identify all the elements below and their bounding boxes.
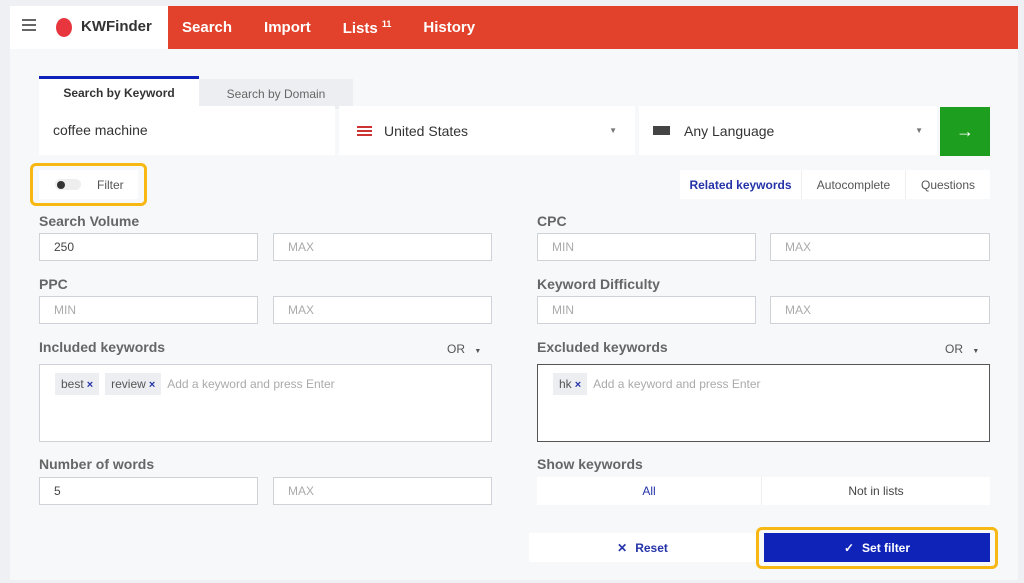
words-label: Number of words <box>39 456 155 472</box>
tab-questions[interactable]: Questions <box>906 170 990 199</box>
included-placeholder: Add a keyword and press Enter <box>167 377 335 391</box>
excluded-operator[interactable]: OR ▼ <box>945 342 979 356</box>
keyword-input[interactable]: coffee machine <box>39 106 335 155</box>
chevron-down-icon: ▼ <box>972 348 980 355</box>
words-max[interactable]: MAX <box>273 477 492 505</box>
nav-lists[interactable]: Lists 11 <box>343 19 392 37</box>
lists-badge: 11 <box>381 18 392 29</box>
show-keywords-label: Show keywords <box>537 456 643 472</box>
included-operator[interactable]: OR ▼ <box>447 342 481 356</box>
cpc-max[interactable]: MAX <box>770 233 990 261</box>
language-value: Any Language <box>684 122 775 139</box>
keyword-chip: hk × <box>553 373 588 395</box>
remove-chip-icon[interactable]: × <box>575 379 581 391</box>
mode-tabs: Related keywords Autocomplete Questions <box>680 170 990 199</box>
keyword-chip: best × <box>55 373 100 395</box>
menu-icon[interactable] <box>22 19 36 34</box>
tab-related-keywords[interactable]: Related keywords <box>680 170 802 199</box>
chevron-down-icon: ▼ <box>915 126 923 135</box>
remove-chip-icon[interactable]: × <box>87 379 93 391</box>
search-volume-max[interactable]: MAX <box>273 233 492 261</box>
show-not-in-lists-option[interactable]: Not in lists <box>762 477 990 505</box>
remove-chip-icon[interactable]: × <box>149 379 155 391</box>
show-keywords-toggle: All Not in lists <box>537 477 990 505</box>
translate-icon <box>653 126 670 135</box>
nav-lists-label: Lists <box>342 19 378 37</box>
cpc-label: CPC <box>537 213 567 229</box>
search-go-button[interactable]: → <box>940 107 990 156</box>
toggle-switch[interactable] <box>55 179 81 190</box>
tab-autocomplete[interactable]: Autocomplete <box>802 170 906 199</box>
included-keywords-input[interactable]: best × review × Add a keyword and press Ente… <box>39 364 492 442</box>
kd-label: Keyword Difficulty <box>537 276 660 292</box>
language-select[interactable]: Any Language ▼ <box>639 106 937 155</box>
chip-label: hk <box>559 377 572 391</box>
chip-label: review <box>111 377 146 391</box>
included-label: Included keywords <box>39 339 166 355</box>
nav-import[interactable]: Import <box>264 19 311 36</box>
filter-toggle[interactable]: Filter <box>39 170 138 199</box>
check-icon: ✓ <box>843 540 855 555</box>
included-op-value: OR <box>447 342 465 356</box>
main-nav: Search Import Lists 11 History <box>168 6 1018 49</box>
location-value: United States <box>384 122 469 139</box>
reset-button[interactable]: ✕ Reset <box>529 533 756 562</box>
ppc-min[interactable]: MIN <box>39 296 258 324</box>
close-icon: ✕ <box>617 540 628 555</box>
filter-label: Filter <box>97 177 124 192</box>
set-filter-button[interactable]: ✓ Set filter <box>764 533 990 562</box>
tab-search-by-domain[interactable]: Search by Domain <box>199 79 353 109</box>
set-filter-label: Set filter <box>862 540 911 555</box>
words-min[interactable]: 5 <box>39 477 258 505</box>
chevron-down-icon: ▼ <box>474 348 482 355</box>
excluded-op-value: OR <box>945 342 963 356</box>
excluded-placeholder: Add a keyword and press Enter <box>593 377 761 391</box>
excluded-label: Excluded keywords <box>537 339 668 355</box>
brand-name: KWFinder <box>81 18 152 35</box>
ppc-max[interactable]: MAX <box>273 296 492 324</box>
show-all-option[interactable]: All <box>537 477 762 505</box>
arrow-right-icon: → <box>956 121 974 141</box>
reset-label: Reset <box>635 540 668 555</box>
nav-history[interactable]: History <box>423 19 475 36</box>
ppc-label: PPC <box>39 276 68 292</box>
us-flag-icon <box>357 125 372 136</box>
excluded-keywords-input[interactable]: hk × Add a keyword and press Enter <box>537 364 990 442</box>
logo-icon <box>56 18 72 37</box>
kd-max[interactable]: MAX <box>770 296 990 324</box>
search-volume-label: Search Volume <box>39 213 140 229</box>
tab-search-by-keyword[interactable]: Search by Keyword <box>39 76 199 106</box>
kd-min[interactable]: MIN <box>537 296 756 324</box>
search-volume-min[interactable]: 250 <box>39 233 258 261</box>
cpc-min[interactable]: MIN <box>537 233 756 261</box>
keyword-chip: review × <box>105 373 162 395</box>
chip-label: best <box>61 377 84 391</box>
chevron-down-icon: ▼ <box>609 126 617 135</box>
location-select[interactable]: United States ▼ <box>339 106 635 155</box>
nav-search[interactable]: Search <box>182 19 232 36</box>
